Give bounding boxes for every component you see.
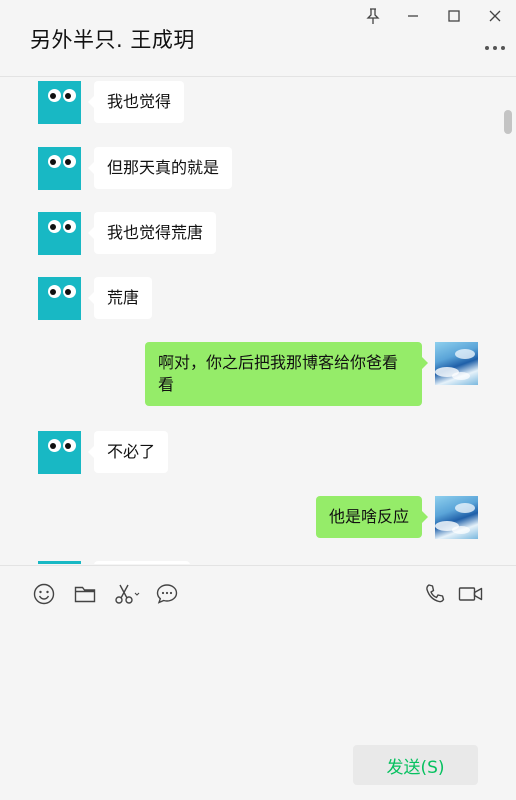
- input-divider: [0, 565, 516, 566]
- pin-icon[interactable]: [363, 6, 383, 26]
- chat-bubble-icon[interactable]: [155, 582, 179, 606]
- incoming-message[interactable]: [94, 561, 190, 564]
- outgoing-message[interactable]: 他是啥反应: [315, 496, 429, 538]
- incoming-message[interactable]: 不必了: [87, 431, 169, 473]
- contact-avatar[interactable]: [38, 561, 81, 564]
- minimize-icon[interactable]: [403, 6, 423, 26]
- incoming-message[interactable]: 我也觉得荒唐: [87, 212, 217, 254]
- emoji-icon[interactable]: [32, 582, 56, 606]
- maximize-icon[interactable]: [444, 6, 464, 26]
- outgoing-message[interactable]: 啊对，你之后把我那博客给你爸看看: [145, 342, 428, 406]
- folder-icon[interactable]: [73, 582, 97, 606]
- scrollbar-thumb[interactable]: [504, 110, 512, 134]
- incoming-message[interactable]: 荒唐: [87, 277, 153, 319]
- more-options-icon[interactable]: [484, 38, 506, 58]
- my-avatar[interactable]: [435, 342, 478, 385]
- my-avatar[interactable]: [435, 496, 478, 539]
- contact-avatar[interactable]: [38, 431, 81, 474]
- chat-title: 另外半只. 王成玥: [30, 28, 195, 52]
- contact-avatar[interactable]: [38, 212, 81, 255]
- video-icon[interactable]: [458, 582, 484, 606]
- phone-icon[interactable]: [423, 582, 447, 606]
- scissors-icon[interactable]: [113, 582, 141, 606]
- contact-avatar[interactable]: [38, 147, 81, 190]
- contact-avatar[interactable]: [38, 81, 81, 124]
- message-list[interactable]: 我也觉得 但那天真的就是 我也觉得荒唐 荒唐 啊对，你之后把我那博客给你爸看看: [0, 77, 516, 564]
- chat-header: 另外半只. 王成玥: [0, 0, 516, 77]
- incoming-message[interactable]: 我也觉得: [87, 81, 185, 123]
- contact-avatar[interactable]: [38, 277, 81, 320]
- send-button[interactable]: 发送(S): [353, 745, 478, 785]
- close-icon[interactable]: [485, 6, 505, 26]
- incoming-message[interactable]: 但那天真的就是: [87, 147, 233, 189]
